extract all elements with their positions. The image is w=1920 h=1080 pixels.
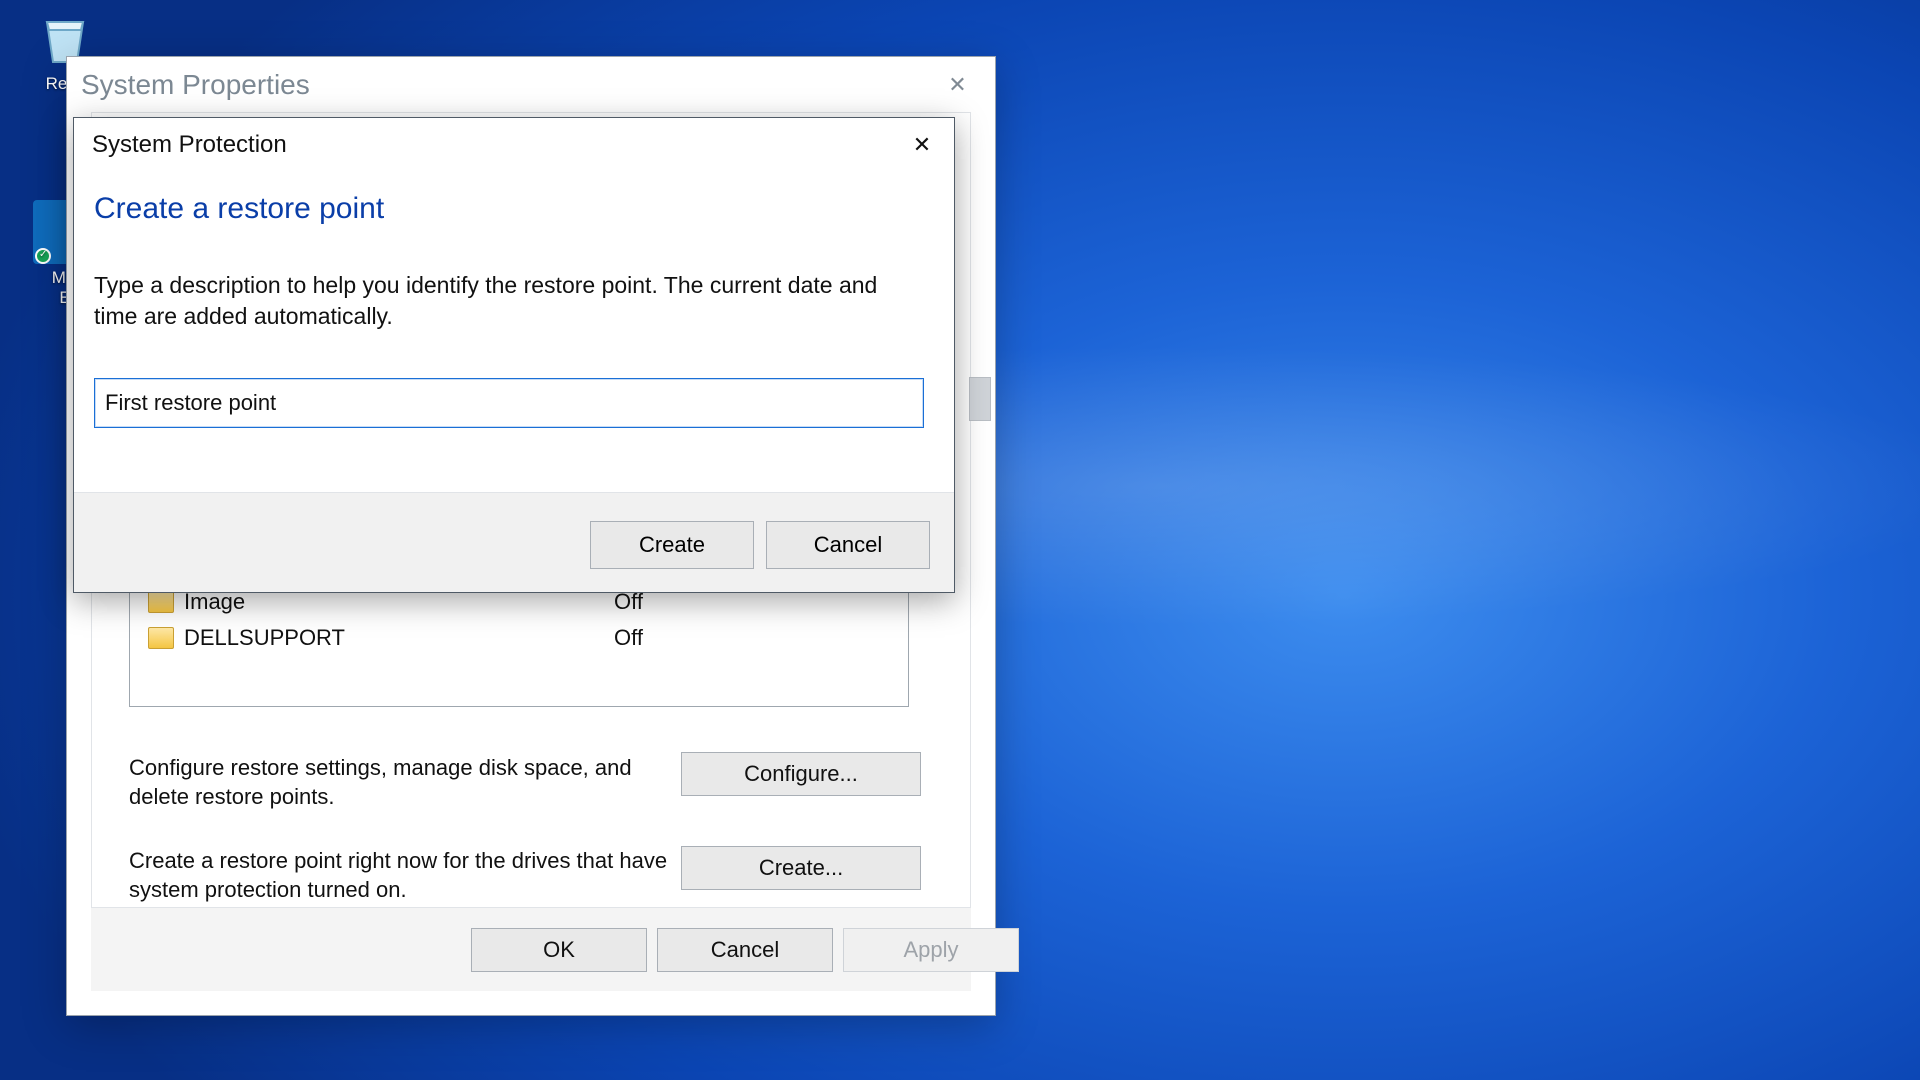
configure-description: Configure restore settings, manage disk … xyxy=(129,754,669,811)
dialog-heading: Create a restore point xyxy=(94,192,384,226)
drive-name: DELLSUPPORT xyxy=(184,625,614,651)
dialog-button-bar: OK Cancel Apply xyxy=(91,907,971,991)
cancel-button[interactable]: Cancel xyxy=(657,928,833,972)
configure-button[interactable]: Configure... xyxy=(681,752,921,796)
cancel-button[interactable]: Cancel xyxy=(766,521,930,569)
drive-status: Off xyxy=(614,625,643,651)
folder-icon xyxy=(148,591,174,613)
create-description: Create a restore point right now for the… xyxy=(129,847,669,904)
scrollbar-thumb[interactable] xyxy=(969,377,991,421)
restore-point-description-input[interactable] xyxy=(94,378,924,428)
shortcut-badge-icon xyxy=(35,248,51,264)
dialog-system-protection: System Protection ✕ Create a restore poi… xyxy=(73,117,955,593)
drive-row[interactable]: DELLSUPPORT Off xyxy=(130,620,908,656)
close-icon[interactable]: ✕ xyxy=(902,132,942,158)
create-button[interactable]: Create xyxy=(590,521,754,569)
close-icon[interactable]: ✕ xyxy=(930,72,985,98)
titlebar[interactable]: System Protection ✕ xyxy=(74,118,954,172)
dialog-instruction: Type a description to help you identify … xyxy=(94,270,926,332)
ok-button[interactable]: OK xyxy=(471,928,647,972)
dialog-title: System Protection xyxy=(92,131,902,159)
dialog-button-bar: Create Cancel xyxy=(74,492,954,592)
titlebar[interactable]: System Properties ✕ xyxy=(67,57,995,112)
create-restore-point-button[interactable]: Create... xyxy=(681,846,921,890)
apply-button: Apply xyxy=(843,928,1019,972)
folder-icon xyxy=(148,627,174,649)
window-system-properties: System Properties ✕ OS (C:) (System) On … xyxy=(66,56,996,1016)
window-title: System Properties xyxy=(81,69,930,101)
